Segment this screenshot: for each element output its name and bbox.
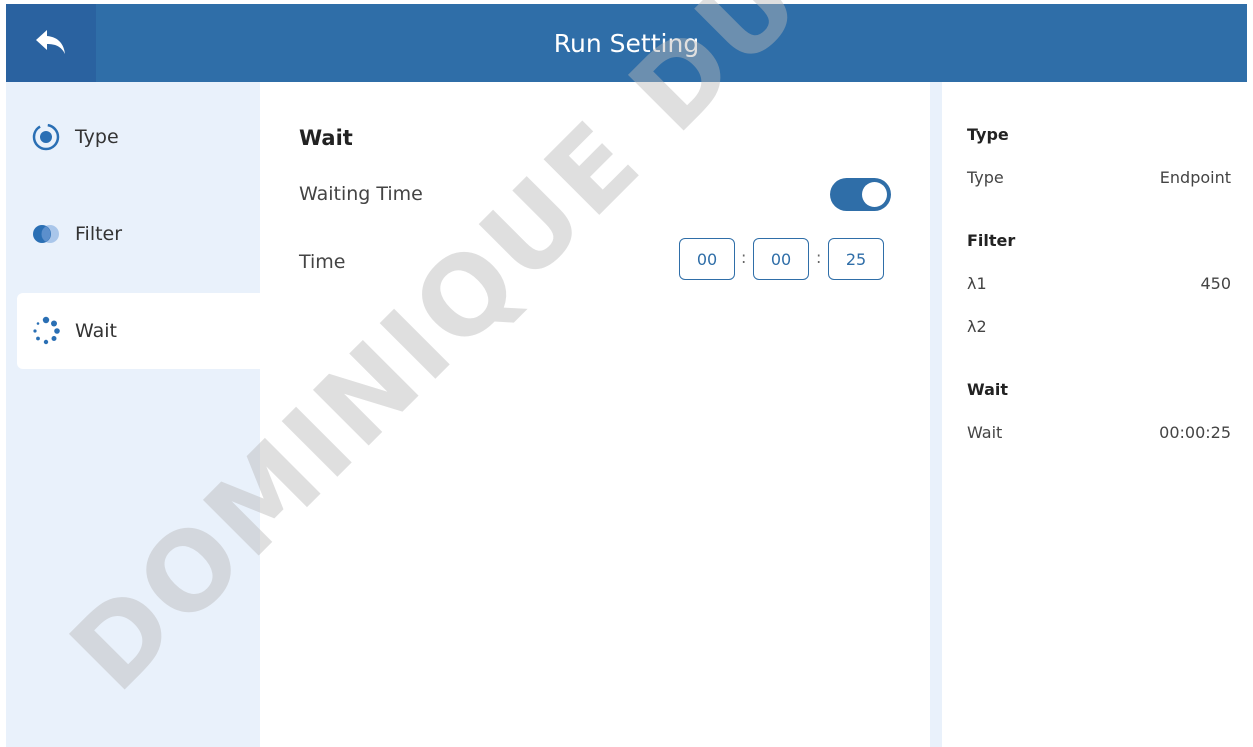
summary-wait-heading: Wait: [967, 380, 1009, 399]
sidebar-item-label: Type: [75, 126, 119, 148]
sidebar-item-type[interactable]: Type: [17, 99, 260, 175]
radio-target-icon: [31, 122, 61, 152]
toggle-knob: [862, 182, 887, 207]
loading-dots-icon: [31, 316, 61, 346]
back-arrow-icon: [36, 30, 65, 54]
sidebar-item-wait[interactable]: Wait: [17, 293, 260, 369]
summary-lambda1-key: λ1: [967, 274, 987, 293]
summary-panel: Type Type Endpoint Filter λ1 450 λ2 Wait…: [942, 82, 1253, 747]
back-button[interactable]: [6, 4, 96, 82]
waiting-time-toggle[interactable]: [830, 178, 891, 211]
summary-type-value: Endpoint: [1159, 168, 1231, 187]
sidebar: Type Filter Wait: [6, 82, 260, 747]
summary-filter-heading: Filter: [967, 231, 1016, 250]
summary-lambda2-key: λ2: [967, 317, 987, 336]
main-panel: Wait Waiting Time Time 00 : 00 : 25: [260, 82, 930, 747]
hours-input[interactable]: 00: [679, 238, 735, 280]
section-title: Wait: [299, 126, 353, 150]
summary-lambda1-value: 450: [1200, 274, 1231, 293]
summary-wait-value: 00:00:25: [1159, 423, 1231, 442]
time-label: Time: [299, 251, 346, 273]
sidebar-item-label: Wait: [75, 320, 117, 342]
summary-type-heading: Type: [967, 125, 1009, 144]
filter-circles-icon: [31, 219, 61, 249]
time-separator: :: [816, 248, 822, 267]
seconds-input[interactable]: 25: [828, 238, 884, 280]
minutes-input[interactable]: 00: [753, 238, 809, 280]
time-separator: :: [741, 248, 747, 267]
app-header: Run Setting: [6, 4, 1247, 82]
summary-type-key: Type: [967, 168, 1004, 187]
panel-divider: [930, 82, 942, 747]
waiting-time-label: Waiting Time: [299, 183, 423, 205]
summary-wait-key: Wait: [967, 423, 1003, 442]
sidebar-item-label: Filter: [75, 223, 123, 245]
sidebar-item-filter[interactable]: Filter: [17, 196, 260, 272]
page-title: Run Setting: [553, 28, 700, 58]
